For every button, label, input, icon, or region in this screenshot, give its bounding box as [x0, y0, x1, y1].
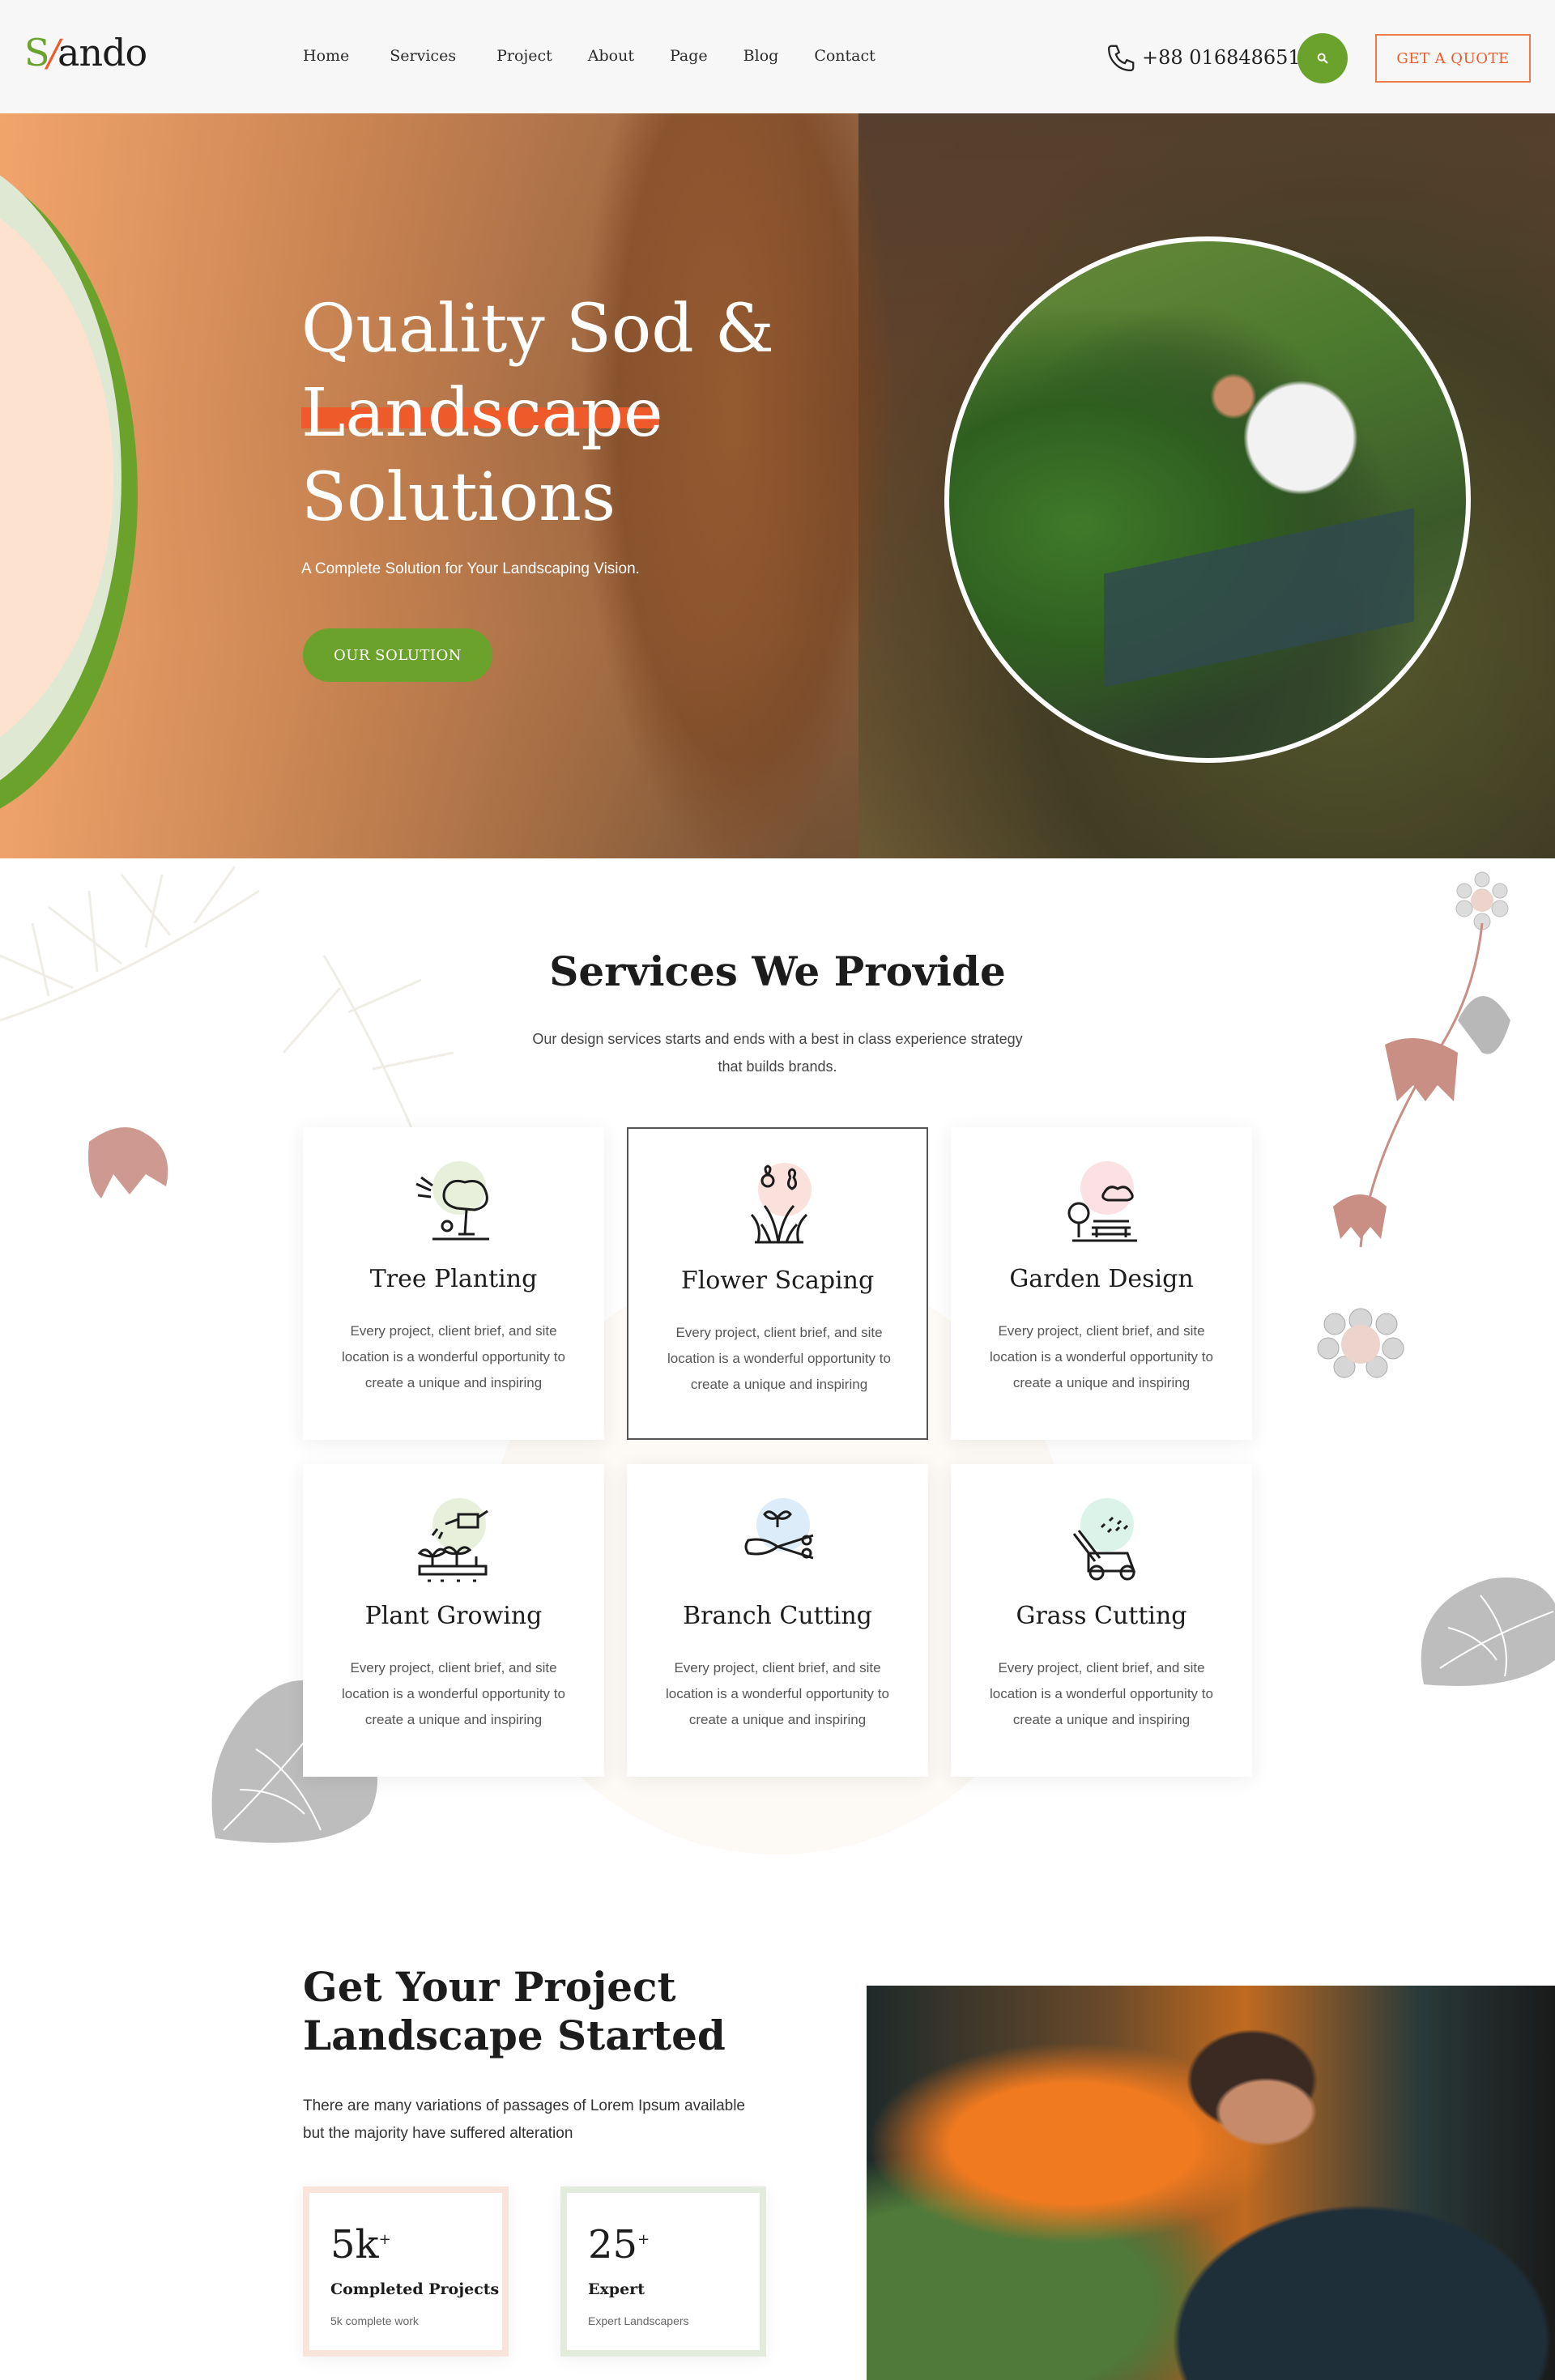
nav-services[interactable]: Services — [390, 47, 456, 65]
stat-sublabel: 5k complete work — [330, 2314, 419, 2327]
card-text: Every project, client brief, and site lo… — [342, 1660, 565, 1727]
phone-icon — [1108, 45, 1135, 71]
service-card-tree-planting[interactable]: Tree Planting Every project, client brie… — [303, 1127, 604, 1440]
card-title: Plant Growing — [364, 1602, 543, 1630]
plant-growing-icon — [408, 1497, 497, 1586]
nav-page[interactable]: Page — [670, 47, 708, 65]
nav-about[interactable]: About — [588, 47, 634, 65]
card-text: Every project, client brief, and site lo… — [990, 1323, 1213, 1390]
project-description: There are many variations of passages of… — [303, 2097, 745, 2142]
tulip-flower-left — [88, 1127, 168, 1199]
hero-title-line1: Quality Sod & — [301, 291, 774, 368]
project-title-line2: Landscape Started — [303, 2012, 726, 2059]
logo[interactable]: S/ando — [24, 31, 147, 75]
services-title: Services We Provide — [549, 947, 1006, 995]
search-button[interactable] — [1297, 33, 1348, 83]
search-icon — [1317, 53, 1328, 64]
project-title: Get Your Project Landscape Started — [303, 1963, 789, 2060]
grass-cutting-icon — [1056, 1497, 1145, 1586]
stat-label: Completed Projects — [330, 2280, 500, 2298]
grey-leaf-right — [1421, 1577, 1555, 1686]
site-header: S/ando Home Services Project About Page … — [0, 0, 1555, 113]
card-title: Branch Cutting — [683, 1602, 872, 1630]
flower-vine-decoration — [1317, 871, 1510, 1378]
service-card-branch-cutting[interactable]: Branch Cutting Every project, client bri… — [627, 1464, 928, 1777]
project-title-line1: Get Your Project — [303, 1963, 676, 2011]
hero-section: Quality Sod & Landscape Solutions A Comp… — [0, 113, 1555, 858]
card-title: Flower Scaping — [680, 1267, 875, 1295]
service-card-flower-scaping[interactable]: Flower Scaping Every project, client bri… — [627, 1127, 928, 1440]
stat-card-completed-projects: 5k+ Completed Projects 5k complete work — [303, 2186, 509, 2357]
stat-sublabel: Expert Landscapers — [588, 2314, 689, 2327]
main-nav: Home Services Project About Page Blog Co… — [303, 47, 875, 65]
hero-title-line3: Solutions — [301, 459, 616, 536]
hero-title: Quality Sod & Landscape Solutions — [301, 287, 820, 540]
raised-garden-bed — [1104, 508, 1415, 688]
branch-cutting-icon — [732, 1497, 821, 1586]
palm-leaf-decoration — [0, 866, 454, 1150]
stat-card-expert: 25+ Expert Expert Landscapers — [560, 2186, 766, 2357]
nav-home[interactable]: Home — [303, 47, 349, 65]
nav-contact[interactable]: Contact — [814, 47, 875, 65]
flower-scaping-icon — [734, 1161, 823, 1250]
nav-project[interactable]: Project — [496, 47, 552, 65]
service-card-garden-design[interactable]: Garden Design Every project, client brie… — [951, 1127, 1252, 1440]
card-text: Every project, client brief, and site lo… — [342, 1323, 565, 1390]
stat-number: 25+ — [588, 2222, 650, 2267]
our-solution-button[interactable]: OUR SOLUTION — [303, 628, 492, 682]
phone-number: +88 016848651 — [1142, 46, 1301, 69]
card-title: Tree Planting — [369, 1265, 538, 1293]
card-text: Every project, client brief, and site lo… — [666, 1660, 889, 1727]
card-text: Every project, client brief, and site lo… — [990, 1660, 1213, 1727]
stat-label: Expert — [588, 2280, 645, 2298]
hero-subtitle: A Complete Solution for Your Landscaping… — [301, 560, 640, 577]
hero-gardener-photo — [944, 236, 1471, 763]
service-card-grass-cutting[interactable]: Grass Cutting Every project, client brie… — [951, 1464, 1252, 1777]
hero-title-line2: Landscape — [301, 375, 663, 452]
card-text: Every project, client brief, and site lo… — [667, 1325, 891, 1392]
project-gardener-photo — [867, 1986, 1555, 2380]
tree-planting-icon — [408, 1160, 497, 1249]
garden-design-icon — [1056, 1160, 1145, 1249]
logo-text: ando — [58, 31, 147, 75]
services-description: Our design services starts and ends with… — [532, 1031, 1023, 1075]
stat-number: 5k+ — [330, 2222, 391, 2267]
logo-letter-s: S — [24, 31, 50, 75]
nav-blog[interactable]: Blog — [743, 47, 779, 65]
card-title: Grass Cutting — [1016, 1602, 1187, 1630]
service-card-plant-growing[interactable]: Plant Growing Every project, client brie… — [303, 1464, 604, 1777]
get-quote-button[interactable]: GET A QUOTE — [1375, 34, 1531, 83]
phone-contact[interactable]: +88 016848651 — [1106, 42, 1301, 73]
card-title: Garden Design — [1009, 1265, 1194, 1293]
